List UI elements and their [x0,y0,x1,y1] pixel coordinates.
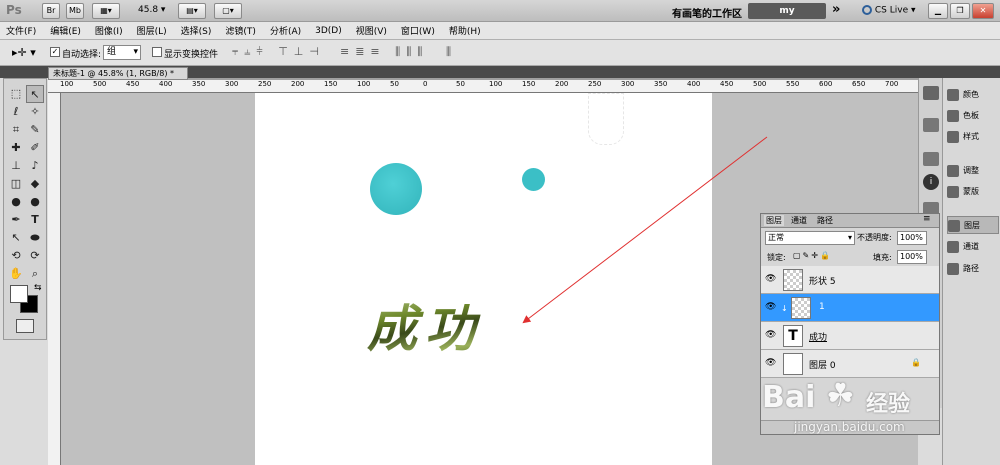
panel-paths[interactable]: 路径 [947,260,999,278]
channels-icon [947,240,959,253]
layer-row-1[interactable]: 👁 ↓ 1 [761,294,939,322]
minibridge-panel-icon[interactable] [923,86,939,100]
lock-label: 锁定: [767,253,786,262]
fill-input[interactable]: 100% [897,250,927,264]
panel-swatches[interactable]: 色板 [947,107,999,125]
chevron-down-icon: ▾ [847,233,852,242]
layer-name: 成功 [809,333,828,343]
baidu-watermark: Bai ☘ 经验 jingyan.baidu.com [762,376,962,440]
eye-icon[interactable]: 👁 [765,330,776,340]
foreground-color-swatch[interactable] [10,285,28,303]
paw-icon: ☘ [826,376,855,414]
lock-icons[interactable]: ▢✎✛🔒 [793,251,832,260]
opacity-label: 不透明度: [857,233,892,242]
watermark-brand: Bai [762,380,816,415]
panel-layers[interactable]: 图层 [947,216,999,234]
panel-masks[interactable]: 蒙版 [947,183,999,201]
layer-name: 1 [819,302,825,312]
layer-name: 图层 0 [809,361,836,371]
layer-thumbnail [783,353,803,375]
eye-icon[interactable]: 👁 [765,302,776,312]
eye-icon[interactable]: 👁 [765,358,776,368]
lock-icon: 🔒 [911,358,921,367]
tab-layers[interactable]: 图层 [764,215,784,226]
navigator-panel-icon[interactable] [923,152,939,166]
panel-styles[interactable]: 样式 [947,128,999,146]
layer-row-text[interactable]: 👁 T 成功 [761,322,939,350]
swatches-icon [947,109,959,122]
layer-row-shape5[interactable]: 👁 形状 5 [761,266,939,294]
tab-paths[interactable]: 路径 [817,215,833,226]
tab-channels[interactable]: 通道 [791,215,807,226]
color-icon [947,88,959,101]
watermark-url: jingyan.baidu.com [794,420,905,434]
watermark-brand-cn: 经验 [866,392,911,417]
opacity-input[interactable]: 100% [897,231,927,245]
panel-channels[interactable]: 通道 [947,238,999,256]
adjustments-icon [947,164,959,177]
layers-icon [948,219,960,232]
info-panel-icon[interactable]: i [923,174,939,190]
history-panel-icon[interactable] [923,118,939,132]
layer-thumbnail [791,297,811,319]
text-layer-icon: T [783,325,803,347]
layer-thumbnail [783,269,803,291]
layer-name: 形状 5 [809,277,836,287]
blend-mode-dropdown[interactable]: 正常 ▾ [765,231,855,245]
layer-row-layer0[interactable]: 👁 图层 0 🔒 [761,350,939,378]
panel-adjustments[interactable]: 调整 [947,162,999,180]
paths-icon [947,262,959,275]
clip-arrow-icon: ↓ [781,304,788,313]
panel-menu-icon[interactable]: ≡ [923,214,931,224]
styles-icon [947,130,959,143]
masks-icon [947,185,959,198]
fill-label: 填充: [873,253,892,262]
layers-tabs: 图层 通道 路径 ≡ [761,214,939,228]
panel-color[interactable]: 颜色 [947,86,999,104]
eye-icon[interactable]: 👁 [765,274,776,284]
